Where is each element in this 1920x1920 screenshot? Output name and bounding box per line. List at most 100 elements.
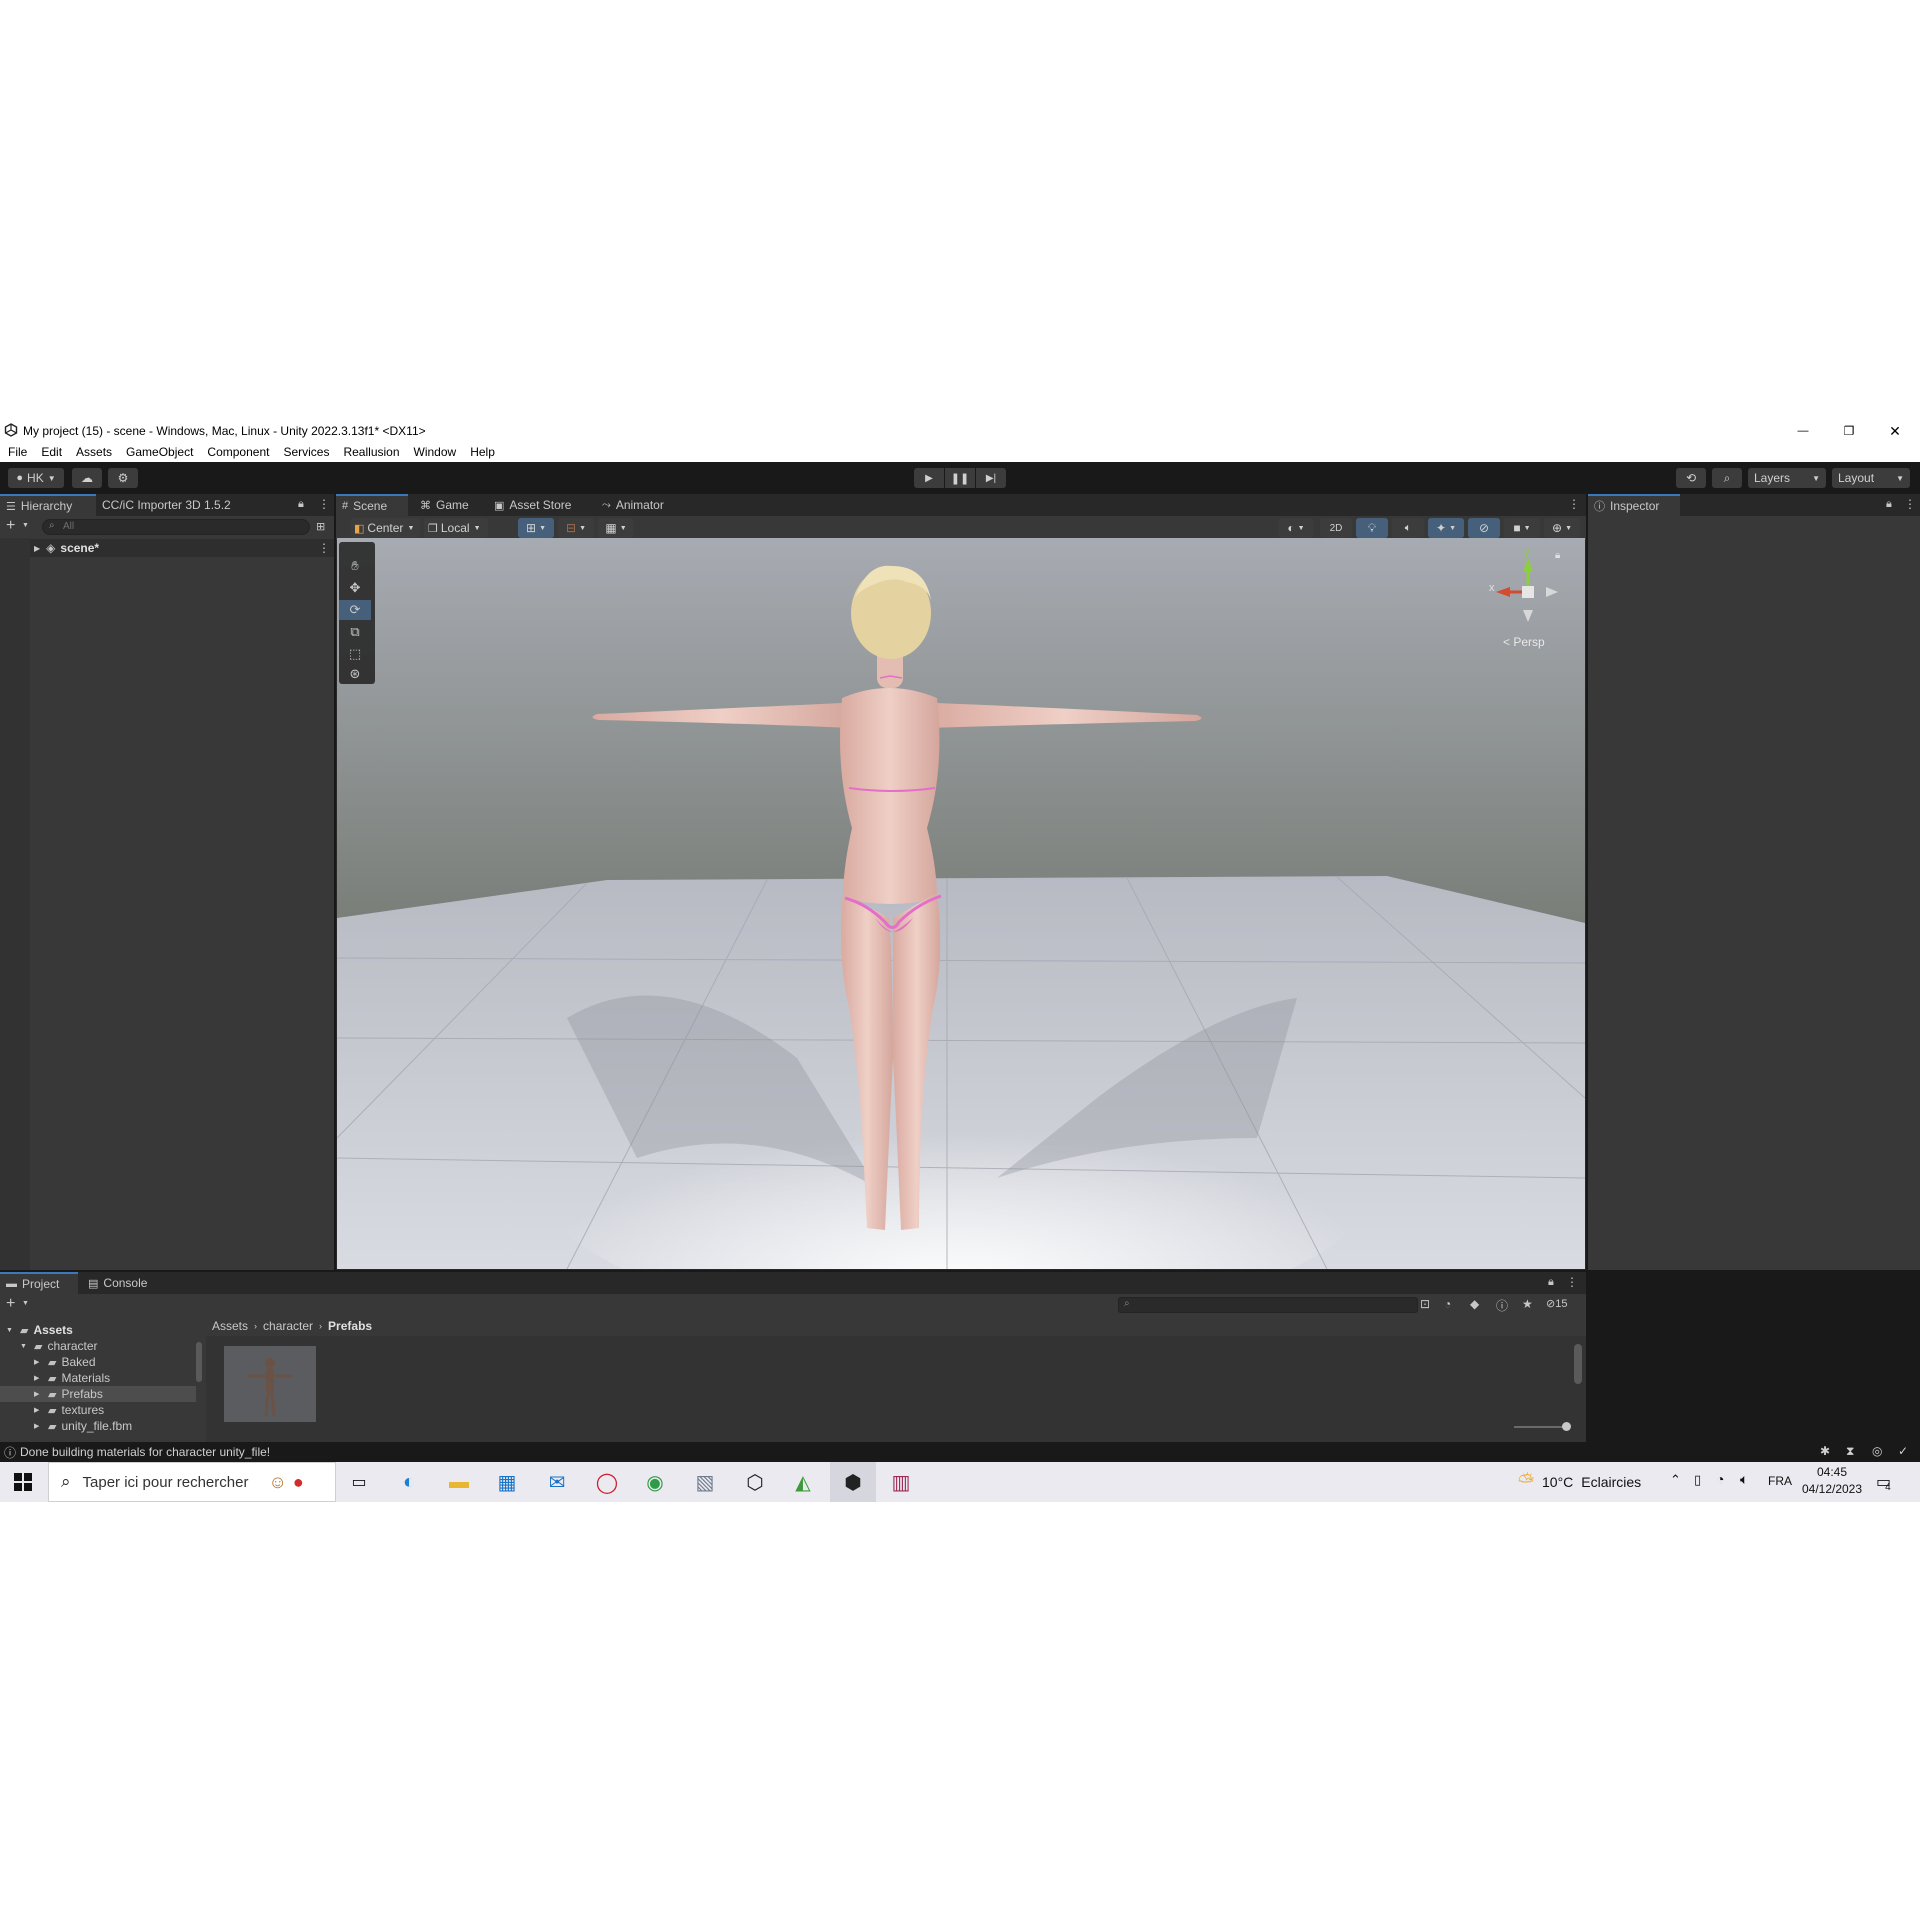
language-indicator[interactable]: FRA [1768,1474,1792,1488]
menu-component[interactable]: Component [207,445,269,459]
minimize-icon[interactable]: — [1790,422,1816,440]
chevron-up-icon[interactable]: ⌃ [1670,1472,1681,1488]
pivot-mode-dropdown[interactable]: ◧ Center ▼ [350,518,420,538]
tab-game[interactable]: ⌘ Game [414,494,488,516]
menu-help[interactable]: Help [470,445,495,459]
search-by-type-icon[interactable]: ⊡ [1420,1297,1430,1311]
tree-scrollbar[interactable] [196,1342,202,1382]
increment-snap-button[interactable]: ⊟ ▼ [558,518,594,538]
expanded-arrow-icon[interactable]: ▼ [6,1327,16,1334]
play-button[interactable]: ▶ [914,468,944,488]
gizmos-dropdown[interactable]: ⊕ ▼ [1544,518,1580,538]
more-options-icon[interactable]: ⋮ [1568,497,1580,511]
menu-edit[interactable]: Edit [41,445,62,459]
check-icon[interactable]: ✓ [1898,1444,1908,1458]
hierarchy-scene-row[interactable]: ▶ ◈ scene* ⋮ [30,539,334,557]
layers-dropdown[interactable]: Layers ▼ [1748,468,1826,488]
folder-tree-item[interactable]: ▼ ▰ Assets [0,1322,196,1338]
lock-icon[interactable]: 🔒︎ [1886,498,1892,511]
collapsed-arrow-icon[interactable]: ▶ [34,1422,44,1430]
camera-dropdown[interactable]: ■ ▼ [1504,518,1540,538]
breadcrumb-prefabs[interactable]: Prefabs [328,1319,372,1333]
menu-services[interactable]: Services [283,445,329,459]
more-options-icon[interactable]: ⋮ [1904,497,1916,511]
folder-tree-item[interactable]: ▶ ▰ Materials [0,1370,196,1386]
tab-console[interactable]: ▤ Console [82,1272,174,1294]
collapsed-arrow-icon[interactable]: ▶ [34,1358,44,1366]
tab-hierarchy[interactable]: ☰ Hierarchy [0,494,96,516]
clock[interactable]: 04:45 04/12/2023 [1800,1464,1864,1500]
rect-tool-icon[interactable]: ⬚ [339,644,371,664]
tab-animator[interactable]: ⤳ Animator [596,494,688,516]
undo-history-button[interactable]: ⟲ [1676,468,1706,488]
chrome-icon[interactable]: ◉ [632,1462,678,1502]
add-icon[interactable]: + [6,517,15,535]
rotate-tool-icon[interactable]: ⟳ [339,600,371,620]
gizmo-lock-icon[interactable]: 🔒︎ [1555,550,1560,561]
collapsed-arrow-icon[interactable]: ▶ [34,1390,44,1398]
scene-search-icon[interactable]: ⊞ [316,520,325,533]
unity-editor-icon[interactable]: ⬢ [830,1462,876,1502]
tab-inspector[interactable]: ⓘ Inspector [1588,494,1680,516]
pivot-rotation-dropdown[interactable]: ❒ Local ▼ [424,518,488,538]
chevron-down-icon[interactable]: ▼ [22,522,29,529]
expanded-arrow-icon[interactable]: ▼ [20,1343,30,1350]
folder-tree-item[interactable]: ▶ ▰ Baked [0,1354,196,1370]
winrar-icon[interactable]: ▥ [878,1462,924,1502]
notification-center-button[interactable]: ▭ 4 [1876,1470,1906,1494]
pause-button[interactable]: ❚❚ [945,468,975,488]
menu-reallusion[interactable]: Reallusion [343,445,399,459]
audio-toggle-button[interactable]: 🔈︎ [1392,518,1424,538]
tab-scene[interactable]: # Scene [336,494,408,516]
draw-mode-dropdown[interactable]: ◐ ▼ [1278,518,1314,538]
hidden-objects-toggle[interactable]: ⊘ [1468,518,1500,538]
menu-assets[interactable]: Assets [76,445,112,459]
lighting-toggle-button[interactable]: 💡︎ [1356,518,1388,538]
hierarchy-search[interactable]: ⌕ All [42,519,310,535]
maximize-icon[interactable]: ❐ [1836,422,1862,440]
status-message[interactable]: Done building materials for character un… [20,1445,270,1459]
mail-icon[interactable]: ✉ [534,1462,580,1502]
breadcrumb-character[interactable]: character [263,1319,313,1333]
expand-arrow-icon[interactable]: ▶ [34,544,40,553]
grid-toggle-button[interactable]: ▦ ▼ [598,518,634,538]
collab-button[interactable]: ⚙ [108,468,138,488]
volume-icon[interactable]: 🔈︎ [1740,1471,1748,1488]
tab-project[interactable]: ▬ Project [0,1272,78,1294]
wifi-icon[interactable]: ◔ [1716,1471,1724,1487]
cloud-button[interactable]: ☁ [72,468,102,488]
folder-tree-item[interactable]: ▶ ▰ unity_file.fbm [0,1418,196,1434]
search-button[interactable]: ⌕ [1712,468,1742,488]
chevron-down-icon[interactable]: ▼ [22,1300,29,1307]
character-creator-icon[interactable]: ▧ [682,1462,728,1502]
move-tool-icon[interactable]: ✥ [339,578,371,598]
layout-dropdown[interactable]: Layout ▼ [1832,468,1910,488]
filter-by-type-icon[interactable]: ◔ [1444,1297,1451,1311]
breadcrumb-assets[interactable]: Assets [212,1319,248,1333]
transform-tool-icon[interactable]: ⊛ [339,664,371,684]
2d-toggle-button[interactable]: 2D [1320,518,1352,538]
file-explorer-icon[interactable]: ▬ [436,1462,482,1502]
tab-asset-store[interactable]: ▣ Asset Store [488,494,600,516]
folder-tree-item[interactable]: ▶ ▰ textures [0,1402,196,1418]
effects-toggle-button[interactable]: ✦ ▼ [1428,518,1464,538]
hidden-packages-toggle[interactable]: ⊘ 15 [1546,1297,1567,1311]
debug-icon[interactable]: ✱ [1820,1444,1830,1458]
step-button[interactable]: ▶| [976,468,1006,488]
scene-viewport[interactable]: ✋︎ ✥ ⟳ ⧉ ⬚ ⊛ y x 🔒︎ < Persp [337,538,1585,1269]
auto-generate-lighting-icon[interactable]: ◎ [1872,1444,1882,1458]
collapsed-arrow-icon[interactable]: ▶ [34,1374,44,1382]
folder-tree-item[interactable]: ▶ ▰ Prefabs [0,1386,196,1402]
edge-icon[interactable]: ◐ [386,1462,432,1502]
label-filter-icon[interactable]: ◆ [1470,1297,1479,1311]
thumbnail-size-slider[interactable] [1514,1426,1568,1428]
store-icon[interactable]: ▦ [484,1462,530,1502]
iclone-icon[interactable]: ◭ [780,1462,826,1502]
log-filter-icon[interactable]: ⓘ [1496,1297,1508,1314]
favorites-icon[interactable]: ★ [1522,1297,1533,1311]
menu-file[interactable]: File [8,445,27,459]
project-search-input[interactable]: ⌕ [1118,1297,1418,1313]
slider-thumb[interactable] [1562,1422,1571,1431]
start-button[interactable] [0,1462,46,1502]
more-options-icon[interactable]: ⋮ [1566,1275,1578,1289]
